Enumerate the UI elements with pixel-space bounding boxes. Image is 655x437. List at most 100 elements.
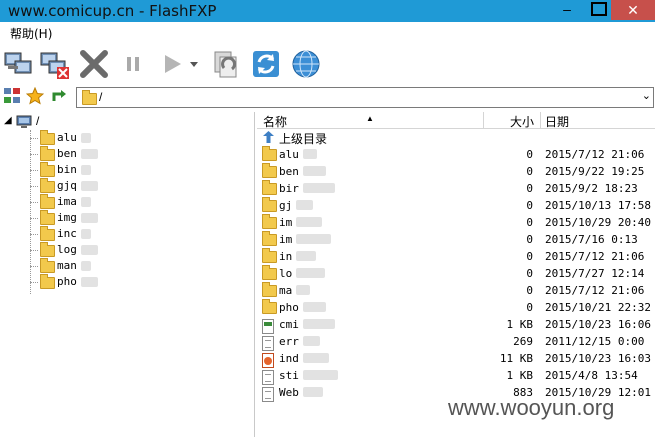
folder-icon	[40, 146, 55, 161]
minimize-button[interactable]: –	[552, 0, 582, 20]
file-size: 0	[526, 148, 533, 161]
file-name: lo	[279, 267, 293, 280]
redacted-text	[81, 149, 98, 159]
expand-icon[interactable]: ◢	[4, 115, 12, 126]
file-name: in	[279, 250, 293, 263]
file-name: alu	[279, 148, 299, 161]
file-size: 0	[526, 216, 533, 229]
folder-row[interactable]: alu 0 2015/7/12 21:06	[257, 146, 655, 163]
redacted-text	[296, 234, 331, 244]
file-name: ma	[279, 284, 293, 297]
tree-folder-label: inc	[57, 227, 77, 240]
tree-folder-label: ben	[57, 147, 77, 160]
path-combobox[interactable]: / ⌄	[76, 87, 654, 108]
tree-folder-label: gjq	[57, 179, 77, 192]
text-file-icon	[262, 387, 274, 402]
redacted-text	[81, 181, 98, 191]
file-date: 2015/10/23 16:03	[545, 352, 651, 365]
file-name: cmi	[279, 318, 299, 331]
folder-row[interactable]: in 0 2015/7/12 21:06	[257, 248, 655, 265]
column-date-header[interactable]: 日期	[545, 113, 569, 130]
go-up-arrow-icon[interactable]	[50, 87, 68, 105]
tree-connector	[30, 186, 38, 187]
file-name: err	[279, 335, 299, 348]
tree-connector	[30, 218, 38, 219]
play-icon[interactable]	[156, 48, 188, 80]
folder-row[interactable]: bir 0 2015/9/2 18:23	[257, 180, 655, 197]
column-name-header[interactable]: 名称	[263, 113, 287, 130]
column-divider[interactable]	[483, 112, 484, 128]
file-row[interactable]: cmi 1 KB 2015/10/23 16:06	[257, 316, 655, 334]
folder-row[interactable]: pho 0 2015/10/21 22:32	[257, 299, 655, 316]
redacted-text	[303, 353, 329, 363]
file-row[interactable]: ind 11 KB 2015/10/23 16:03	[257, 350, 655, 368]
redacted-text	[303, 166, 326, 176]
tree-folder-label: ima	[57, 195, 77, 208]
folder-icon	[40, 242, 55, 257]
folder-row[interactable]: im 0 2015/7/16 0:13	[257, 231, 655, 248]
file-size: 1 KB	[506, 318, 534, 331]
text-file-icon	[262, 336, 274, 351]
chevron-down-icon[interactable]: ⌄	[642, 89, 651, 102]
dropdown-arrow-icon[interactable]	[186, 48, 202, 80]
column-divider[interactable]	[540, 112, 541, 128]
parent-directory-row[interactable]: 上级目录	[257, 129, 655, 146]
file-date: 2015/10/23 16:06	[545, 318, 651, 331]
folder-row[interactable]: ma 0 2015/7/12 21:06	[257, 282, 655, 299]
remote-file-list[interactable]: 名称 ▲ 大小 日期 上级目录 alu 0 2015/7/12 21:06 ben 0 2…	[257, 112, 655, 437]
file-name: sti	[279, 369, 299, 382]
parent-directory-label: 上级目录	[279, 132, 328, 146]
file-name: bir	[279, 182, 299, 195]
redacted-text	[303, 149, 317, 159]
path-input[interactable]: /	[99, 90, 102, 104]
tree-folder-label: log	[57, 243, 77, 256]
folder-icon	[262, 231, 277, 246]
menu-bar: 帮助(H)	[0, 22, 655, 42]
site-manager-icon[interactable]	[3, 87, 21, 105]
folder-icon	[262, 214, 277, 229]
file-size: 0	[526, 267, 533, 280]
sort-ascending-icon: ▲	[366, 114, 374, 123]
folder-row[interactable]: im 0 2015/10/29 20:40	[257, 214, 655, 231]
folder-row[interactable]: ben 0 2015/9/22 19:25	[257, 163, 655, 180]
globe-icon[interactable]	[290, 48, 322, 80]
up-folder-icon	[263, 131, 274, 143]
connect-icon[interactable]	[2, 48, 34, 80]
abort-icon[interactable]	[78, 48, 110, 80]
redacted-text	[303, 302, 326, 312]
close-button[interactable]: ✕	[611, 0, 655, 20]
folder-icon	[262, 146, 277, 161]
file-date: 2015/7/12 21:06	[545, 250, 645, 263]
tree-folder-label: man	[57, 259, 77, 272]
file-date: 2015/4/8 13:54	[545, 369, 638, 382]
redacted-text	[81, 165, 91, 175]
refresh-icon[interactable]	[250, 48, 282, 80]
maximize-button[interactable]	[591, 2, 607, 16]
redacted-text	[81, 133, 91, 143]
tree-connector	[30, 170, 38, 171]
watermark-text: www.wooyun.org	[448, 395, 615, 420]
address-bar: / ⌄	[0, 86, 655, 110]
file-date: 2015/10/29 20:40	[545, 216, 651, 229]
file-row[interactable]: err 269 2011/12/15 0:00	[257, 333, 655, 351]
tree-connector	[30, 282, 38, 283]
local-folder-tree[interactable]: ◢ / alu ben bin gjq ima img inc log man pho	[0, 112, 255, 437]
file-date: 2015/7/12 21:06	[545, 148, 645, 161]
file-row[interactable]: sti 1 KB 2015/4/8 13:54	[257, 367, 655, 385]
tree-connector	[30, 154, 38, 155]
disconnect-icon[interactable]	[38, 48, 70, 80]
file-name: im	[279, 216, 293, 229]
file-size: 0	[526, 233, 533, 246]
folder-icon	[262, 282, 277, 297]
folder-icon	[40, 274, 55, 289]
refresh-local-icon[interactable]	[210, 48, 242, 80]
file-date: 2015/9/2 18:23	[545, 182, 638, 195]
folder-row[interactable]: lo 0 2015/7/27 12:14	[257, 265, 655, 282]
column-size-header[interactable]: 大小	[510, 113, 534, 130]
redacted-text	[81, 245, 98, 255]
favorites-star-icon[interactable]	[26, 87, 44, 105]
menu-help[interactable]: 帮助(H)	[10, 25, 52, 42]
folder-row[interactable]: gj 0 2015/10/13 17:58	[257, 197, 655, 214]
pause-icon[interactable]	[118, 48, 150, 80]
tree-connector	[30, 202, 38, 203]
